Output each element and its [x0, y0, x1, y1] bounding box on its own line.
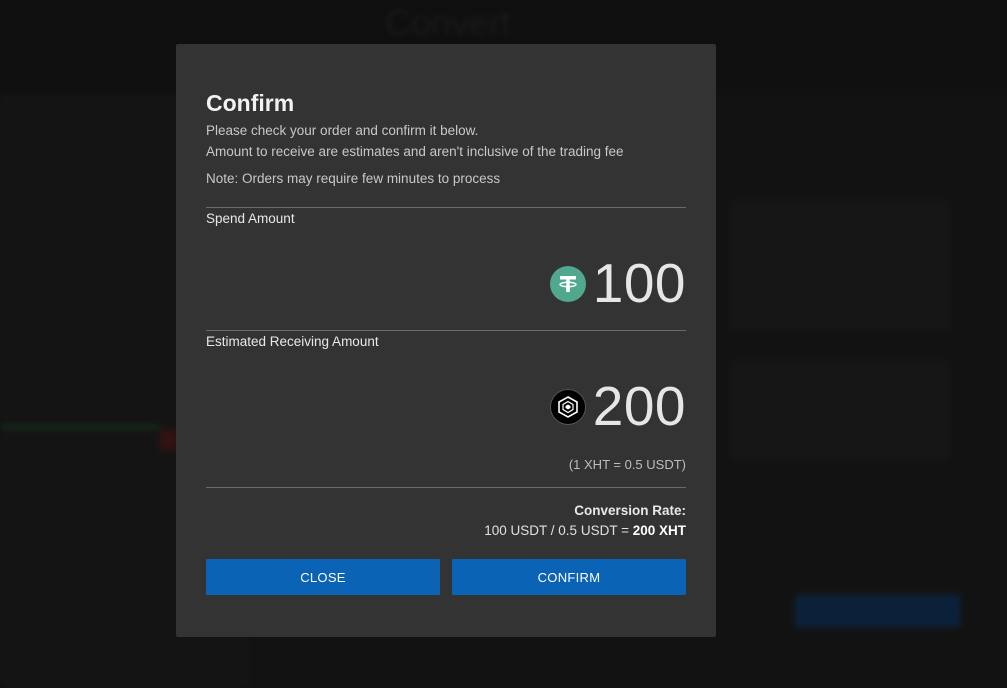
conversion-result: 200 XHT: [632, 523, 686, 538]
modal-title: Confirm: [206, 90, 295, 116]
receive-amount-row: 200: [549, 375, 686, 437]
receive-amount-value: 200: [592, 375, 686, 437]
xht-coin-icon: [549, 388, 586, 425]
divider: [206, 207, 686, 208]
tether-icon: [549, 265, 586, 302]
conversion-rate-label: Conversion Rate:: [574, 503, 686, 518]
divider: [206, 487, 686, 488]
exchange-rate-note: (1 XHT = 0.5 USDT): [568, 457, 686, 472]
divider: [206, 330, 686, 331]
confirm-modal: Confirm Please check your order and conf…: [176, 44, 716, 637]
close-button[interactable]: CLOSE: [206, 559, 440, 595]
spend-amount-row: 100: [549, 252, 686, 314]
spend-amount-value: 100: [592, 252, 686, 314]
modal-note: Note: Orders may require few minutes to …: [206, 171, 501, 186]
conversion-formula: 100 USDT / 0.5 USDT = 200 XHT: [484, 523, 686, 538]
spend-amount-label: Spend Amount: [206, 211, 295, 226]
modal-disclaimer: Amount to receive are estimates and aren…: [206, 144, 624, 159]
modal-description: Please check your order and confirm it b…: [206, 123, 479, 138]
confirm-button[interactable]: CONFIRM: [452, 559, 686, 595]
receive-amount-label: Estimated Receiving Amount: [206, 334, 379, 349]
conversion-formula-text: 100 USDT / 0.5 USDT =: [484, 523, 633, 538]
